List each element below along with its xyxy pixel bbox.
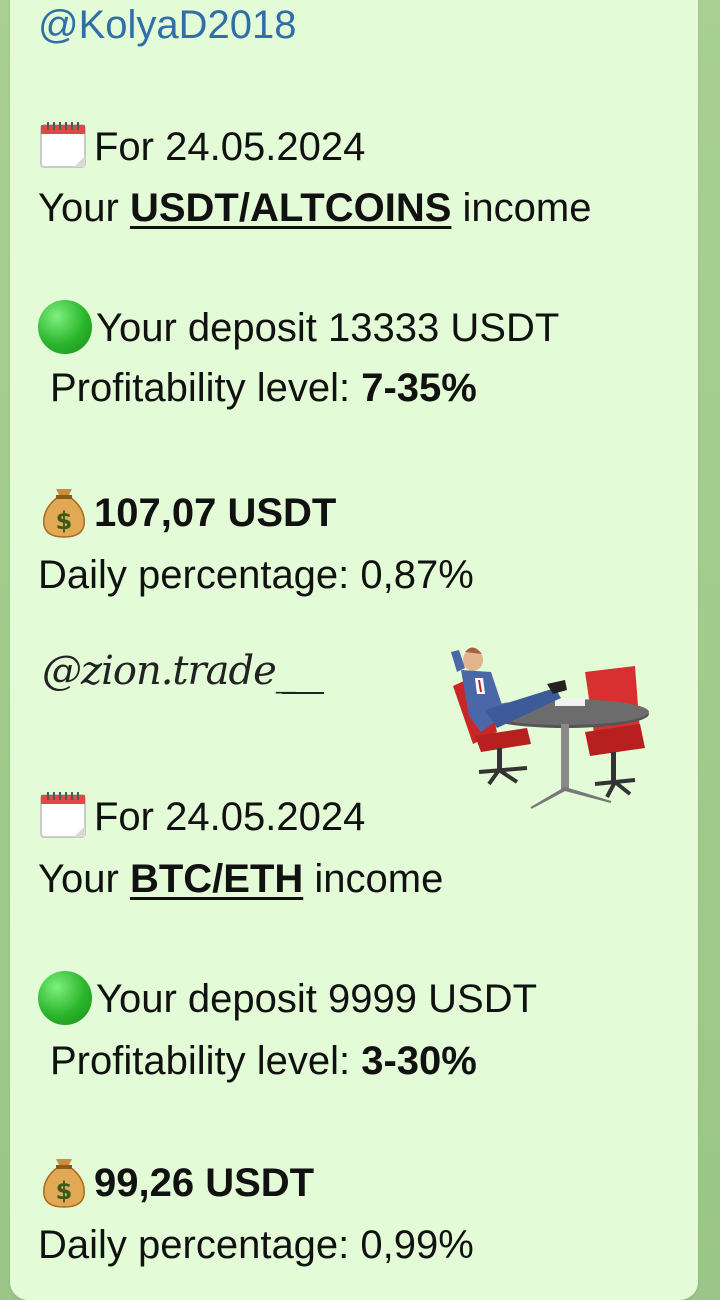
daily-line-2: Daily percentage: 0,99% xyxy=(38,1223,474,1267)
money-bag-icon: $ xyxy=(38,1153,90,1209)
svg-text:$: $ xyxy=(56,1177,73,1205)
income-line-1: Your USDT/ALTCOINS income xyxy=(38,179,591,237)
income-prefix: Your xyxy=(38,186,130,230)
profit-label: Profitability level: xyxy=(50,1039,362,1083)
profit-line-1: Profitability level: 7-35% xyxy=(50,359,477,417)
date-line-2: For 24.05.2024 xyxy=(38,788,365,846)
profit-value: 7-35% xyxy=(361,366,477,410)
date-text: For 24.05.2024 xyxy=(94,795,366,839)
income-line-2: Your BTC/ETH income xyxy=(38,850,443,908)
income-pair: USDT/ALTCOINS xyxy=(129,186,452,230)
amount-line-2: $ 99,26 USDT xyxy=(38,1154,314,1213)
date-line-1: For 24.05.2024 xyxy=(38,118,365,176)
green-circle-icon xyxy=(38,300,92,355)
date-text: For 24.05.2024 xyxy=(94,125,366,169)
deposit-text: Your deposit 9999 USDT xyxy=(96,977,538,1021)
svg-text:$: $ xyxy=(56,507,73,535)
deposit-line-2: Your deposit 9999 USDT xyxy=(38,970,537,1028)
calendar-icon xyxy=(38,789,90,841)
deposit-line-1: Your deposit 13333 USDT xyxy=(38,299,559,357)
daily-line-1: Daily percentage: 0,87% xyxy=(38,553,474,597)
profit-value: 3-30% xyxy=(361,1039,477,1083)
watermark-underline xyxy=(282,692,324,694)
income-prefix: Your xyxy=(38,857,130,901)
amount-text: 107,07 USDT xyxy=(94,491,337,535)
deposit-text: Your deposit 13333 USDT xyxy=(96,306,560,350)
income-suffix: income xyxy=(451,186,592,230)
income-suffix: income xyxy=(303,857,444,901)
watermark-handle: @zion.trade_ xyxy=(42,648,296,694)
amount-text: 99,26 USDT xyxy=(94,1161,315,1205)
income-pair: BTC/ETH xyxy=(129,857,304,901)
amount-line-1: $ 107,07 USDT xyxy=(38,484,336,543)
money-bag-icon: $ xyxy=(38,483,90,539)
profit-line-2: Profitability level: 3-30% xyxy=(50,1032,477,1090)
profit-label: Profitability level: xyxy=(50,366,362,410)
green-circle-icon xyxy=(38,971,92,1026)
sender-mention[interactable]: @KolyaD2018 xyxy=(38,0,297,54)
calendar-icon xyxy=(38,119,90,171)
relaxing-businessman-sticker xyxy=(451,647,649,809)
